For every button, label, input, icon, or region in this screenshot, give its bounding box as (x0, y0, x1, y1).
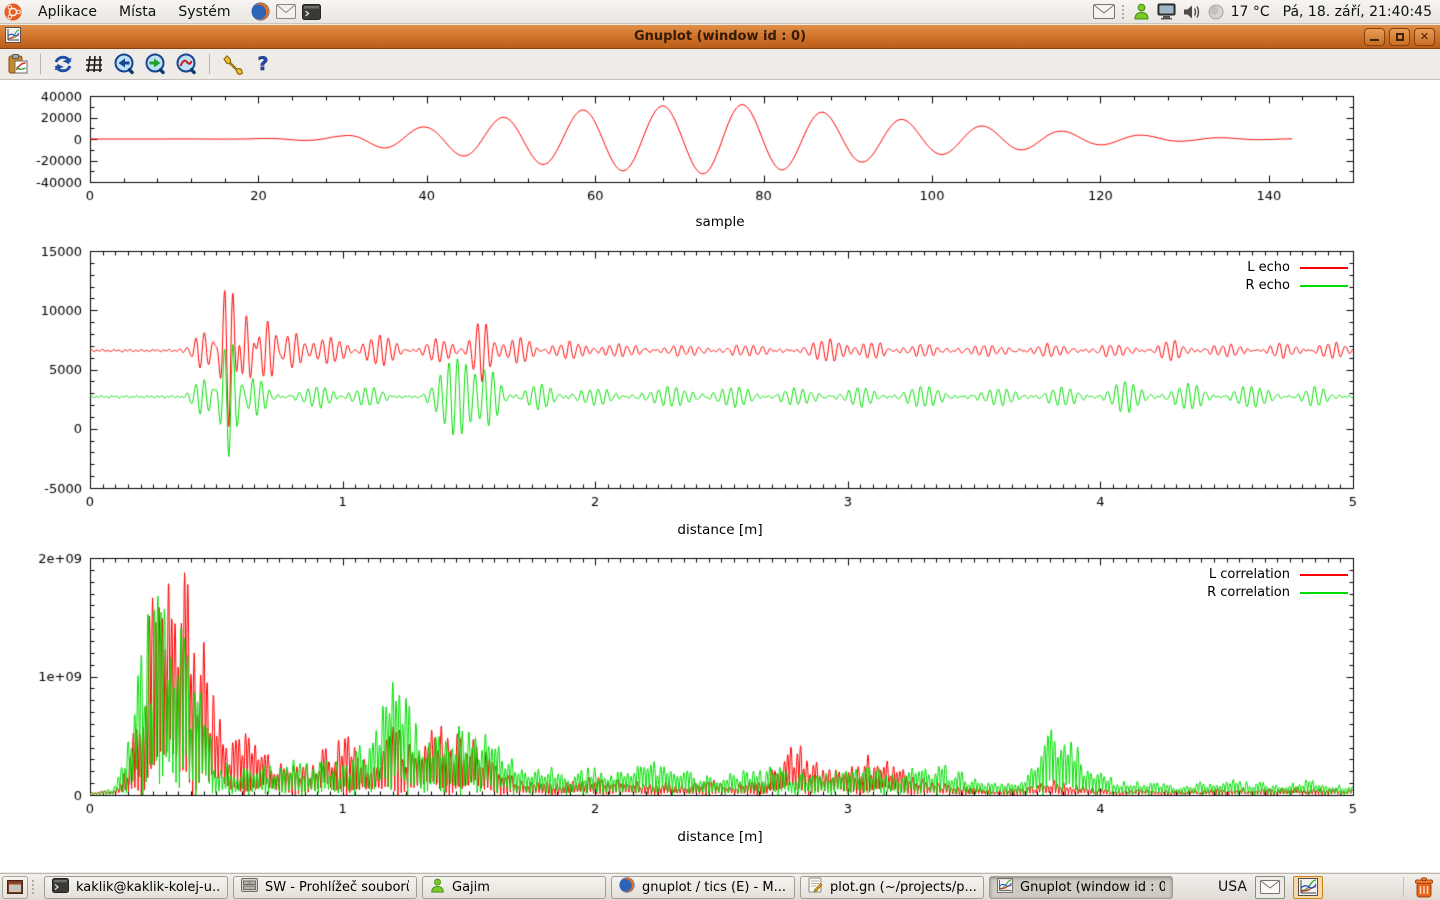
gnuplot-plot-area[interactable]: sample distance [m] distance [m] L echo … (0, 80, 1440, 872)
gnuplot-plots-canvas[interactable] (0, 80, 1440, 872)
legend-entry: R echo (1245, 278, 1348, 293)
mail-launcher-icon[interactable] (276, 4, 296, 19)
window-close-button[interactable]: ✕ (1414, 28, 1435, 46)
menu-applications[interactable]: Aplikace (28, 2, 107, 22)
tray-grip (1122, 5, 1126, 19)
ubuntu-logo-icon[interactable] (4, 3, 22, 21)
tray-clock[interactable]: Pá, 18. září, 21:40:45 (1283, 4, 1432, 20)
zoom-previous-icon[interactable] (113, 52, 137, 76)
svg-text:?: ? (257, 53, 268, 75)
legend-label: L echo (1247, 260, 1290, 275)
taskbar-separator (1403, 877, 1404, 897)
menu-system[interactable]: Systém (168, 2, 240, 22)
gnuplot-window-icon (5, 27, 21, 47)
chart2-xlabel: distance [m] (0, 522, 1440, 538)
legend-line-sample (1300, 285, 1348, 287)
taskbar-window-label: gnuplot / tics (E) - M... (642, 880, 786, 895)
legend-line-sample (1300, 592, 1348, 594)
legend-label: L correlation (1209, 567, 1290, 582)
gnuplot-icon (997, 878, 1013, 897)
tray-gajim-status-icon[interactable] (1133, 3, 1150, 20)
terminal-icon (52, 878, 69, 897)
copy-to-clipboard-icon[interactable] (6, 52, 30, 76)
legend-entry: L correlation (1207, 567, 1348, 582)
gnome-taskbar: kaklik@kaklik-kolej-u... SW - Prohlížeč s… (0, 873, 1440, 900)
taskbar-window-button[interactable]: plot.gn (~/projects/p... (800, 876, 984, 899)
taskbar-window-button[interactable]: gnuplot / tics (E) - M... (611, 876, 795, 899)
show-desktop-button[interactable] (2, 876, 28, 899)
taskbar-window-button[interactable]: Gajim (422, 876, 606, 899)
tray-display-icon[interactable] (1157, 3, 1176, 20)
legend-entry: L echo (1245, 260, 1348, 275)
chart1-xlabel: sample (0, 214, 1440, 230)
files-icon (241, 878, 258, 896)
toolbar-separator (209, 54, 210, 74)
editor-icon (808, 877, 823, 897)
taskbar-window-label: Gajim (452, 880, 490, 895)
legend-entry: R correlation (1207, 585, 1348, 600)
keyboard-layout-indicator[interactable]: USA (1218, 879, 1247, 895)
legend-line-sample (1300, 267, 1348, 269)
legend-line-sample (1300, 574, 1348, 576)
toggle-grid-icon[interactable] (82, 52, 106, 76)
firefox-icon (619, 877, 635, 897)
gajim-icon (430, 878, 445, 897)
taskbar-gnuplot-tray-icon[interactable] (1293, 876, 1323, 899)
taskbar-window-label: SW - Prohlížeč souborů (265, 880, 409, 895)
gnuplot-window-titlebar[interactable]: Gnuplot (window id : 0) ✕ (0, 25, 1440, 49)
replot-refresh-icon[interactable] (51, 52, 75, 76)
trash-icon[interactable] (1412, 876, 1436, 899)
terminal-launcher-icon[interactable] (302, 4, 321, 20)
taskbar-window-label: kaklik@kaklik-kolej-u... (76, 880, 220, 895)
tray-mail-icon[interactable] (1093, 4, 1115, 19)
legend-label: R echo (1245, 278, 1290, 293)
legend-label: R correlation (1207, 585, 1290, 600)
taskbar-window-label: plot.gn (~/projects/p... (830, 880, 976, 895)
window-maximize-button[interactable] (1389, 28, 1410, 46)
echo-legend: L echo R echo (1245, 260, 1348, 293)
help-icon[interactable]: ? (251, 52, 275, 76)
gnome-top-panel: Aplikace Místa Systém 17 °C Pá, 18. z (0, 0, 1440, 24)
correlation-legend: L correlation R correlation (1207, 567, 1348, 600)
tray-weather-icon (1208, 4, 1224, 20)
unzoom-icon[interactable] (175, 52, 199, 76)
menu-places[interactable]: Místa (109, 2, 166, 22)
gnuplot-toolbar: ? (0, 49, 1440, 80)
taskbar-grip (32, 880, 36, 894)
taskbar-window-button[interactable]: SW - Prohlížeč souborů (233, 876, 417, 899)
taskbar-window-label: Gnuplot (window id : 0) (1020, 880, 1165, 895)
window-minimize-button[interactable] (1364, 28, 1385, 46)
chart3-xlabel: distance [m] (0, 829, 1440, 845)
zoom-next-icon[interactable] (144, 52, 168, 76)
tray-volume-icon[interactable] (1183, 4, 1201, 20)
taskbar-window-button[interactable]: kaklik@kaklik-kolej-u... (44, 876, 228, 899)
tray-temperature[interactable]: 17 °C (1231, 4, 1270, 20)
toolbar-separator (40, 54, 41, 74)
taskbar-mail-icon[interactable] (1255, 876, 1285, 899)
options-wrench-icon[interactable] (220, 52, 244, 76)
taskbar-window-button[interactable]: Gnuplot (window id : 0) (989, 876, 1173, 899)
window-title: Gnuplot (window id : 0) (0, 29, 1440, 44)
firefox-launcher-icon[interactable] (251, 2, 270, 21)
